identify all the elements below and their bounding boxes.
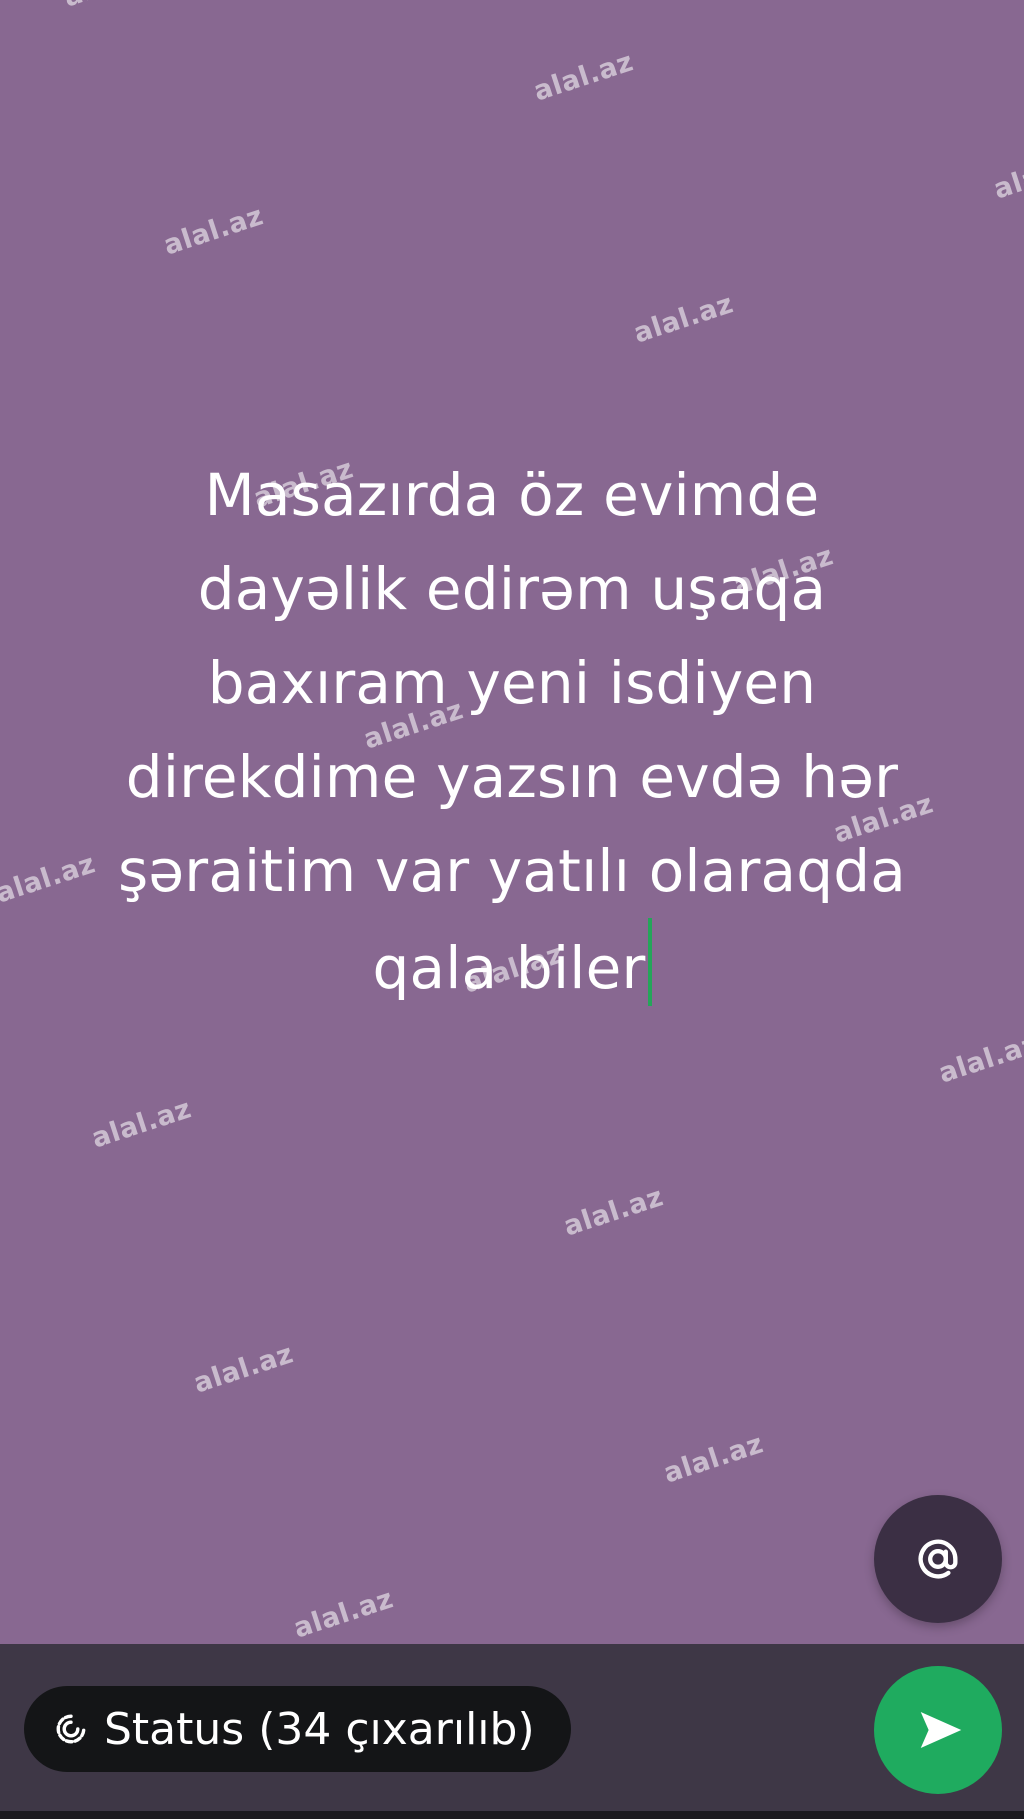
mention-button[interactable] <box>874 1495 1002 1623</box>
bottom-bar: Status (34 çıxarılıb) <box>0 1644 1024 1819</box>
status-text-content: Masazırda öz evimde dayəlik edirəm uşaqa… <box>117 461 907 1002</box>
watermark: alal.az <box>560 1181 668 1243</box>
watermark: alal.az <box>630 288 738 350</box>
watermark: alal.az <box>190 1338 298 1400</box>
status-privacy-button[interactable]: Status (34 çıxarılıb) <box>24 1686 571 1772</box>
watermark: alal.az <box>290 1583 398 1644</box>
send-button[interactable] <box>874 1666 1002 1794</box>
status-privacy-icon <box>56 1714 86 1744</box>
watermark: alal.az <box>935 1028 1024 1090</box>
watermark: alal.az <box>660 1428 768 1490</box>
watermark: alal.az <box>530 46 638 108</box>
at-icon <box>918 1539 958 1579</box>
text-cursor <box>647 918 652 1006</box>
watermark: alal.az <box>990 144 1024 206</box>
watermark: alal.az <box>88 1093 196 1155</box>
status-canvas[interactable]: alal.az alal.az alal.az alal.az alal.az … <box>0 0 1024 1644</box>
watermark: alal.az <box>60 0 167 13</box>
send-icon <box>920 1712 962 1748</box>
watermark: alal.az <box>160 200 268 262</box>
status-privacy-label: Status (34 çıxarılıb) <box>104 1703 535 1755</box>
navigation-edge <box>0 1811 1024 1819</box>
status-text-input[interactable]: Masazırda öz evimde dayəlik edirəm uşaqa… <box>40 448 984 1015</box>
